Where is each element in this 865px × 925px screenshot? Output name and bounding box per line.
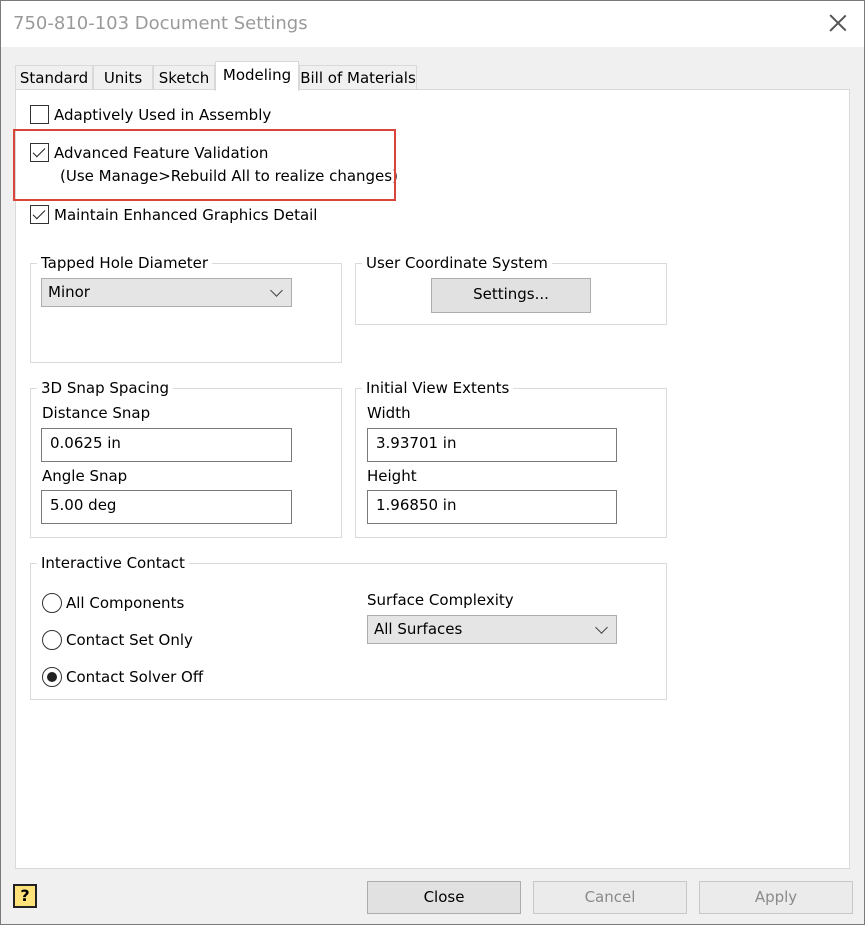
snap-spacing-title: 3D Snap Spacing [37, 379, 174, 397]
adaptive-label: Adaptively Used in Assembly [54, 106, 272, 124]
radio-contact-solver-off[interactable] [42, 667, 62, 687]
tab-standard[interactable]: Standard [15, 65, 93, 90]
width-field[interactable]: 3.93701 in [367, 428, 617, 462]
close-button[interactable]: Close [367, 881, 521, 914]
title-bar: 750-810-103 Document Settings [1, 1, 864, 47]
help-icon[interactable]: ? [13, 884, 37, 908]
contact-solver-off-label: Contact Solver Off [66, 668, 204, 686]
adaptive-checkbox[interactable] [30, 105, 49, 124]
cancel-button[interactable]: Cancel [533, 881, 687, 914]
angle-snap-label: Angle Snap [42, 467, 128, 485]
all-components-label: All Components [66, 594, 185, 612]
tapped-hole-title: Tapped Hole Diameter [37, 254, 213, 272]
tapped-hole-dropdown[interactable]: Minor [41, 278, 292, 307]
tapped-hole-value: Minor [48, 283, 90, 301]
distance-snap-field[interactable]: 0.0625 in [41, 428, 292, 462]
chevron-down-icon [595, 621, 608, 634]
document-settings-dialog: 750-810-103 Document Settings Standard U… [0, 0, 865, 925]
tab-units[interactable]: Units [93, 65, 153, 90]
surface-complexity-value: All Surfaces [374, 620, 463, 638]
radio-all-components[interactable] [42, 593, 62, 613]
view-extents-title: Initial View Extents [362, 379, 514, 397]
interactive-contact-title: Interactive Contact [37, 554, 189, 572]
enhanced-graphics-checkbox[interactable] [30, 205, 49, 224]
surface-complexity-label: Surface Complexity [367, 591, 514, 609]
tab-bill-of-materials[interactable]: Bill of Materials [299, 65, 417, 90]
distance-snap-label: Distance Snap [42, 404, 151, 422]
width-label: Width [367, 404, 411, 422]
tab-sketch[interactable]: Sketch [153, 65, 215, 90]
close-icon[interactable] [823, 9, 853, 39]
ucs-settings-button[interactable]: Settings... [431, 278, 591, 313]
ucs-title: User Coordinate System [362, 254, 552, 272]
chevron-down-icon [270, 284, 283, 297]
enhanced-graphics-label: Maintain Enhanced Graphics Detail [54, 206, 318, 224]
height-field[interactable]: 1.96850 in [367, 490, 617, 524]
highlight-box [13, 129, 396, 201]
tab-modeling[interactable]: Modeling [215, 61, 299, 91]
apply-button[interactable]: Apply [699, 881, 853, 914]
radio-contact-set-only[interactable] [42, 630, 62, 650]
window-title: 750-810-103 Document Settings [13, 13, 308, 34]
height-label: Height [367, 467, 417, 485]
angle-snap-field[interactable]: 5.00 deg [41, 490, 292, 524]
surface-complexity-dropdown[interactable]: All Surfaces [367, 615, 617, 644]
contact-set-only-label: Contact Set Only [66, 631, 193, 649]
